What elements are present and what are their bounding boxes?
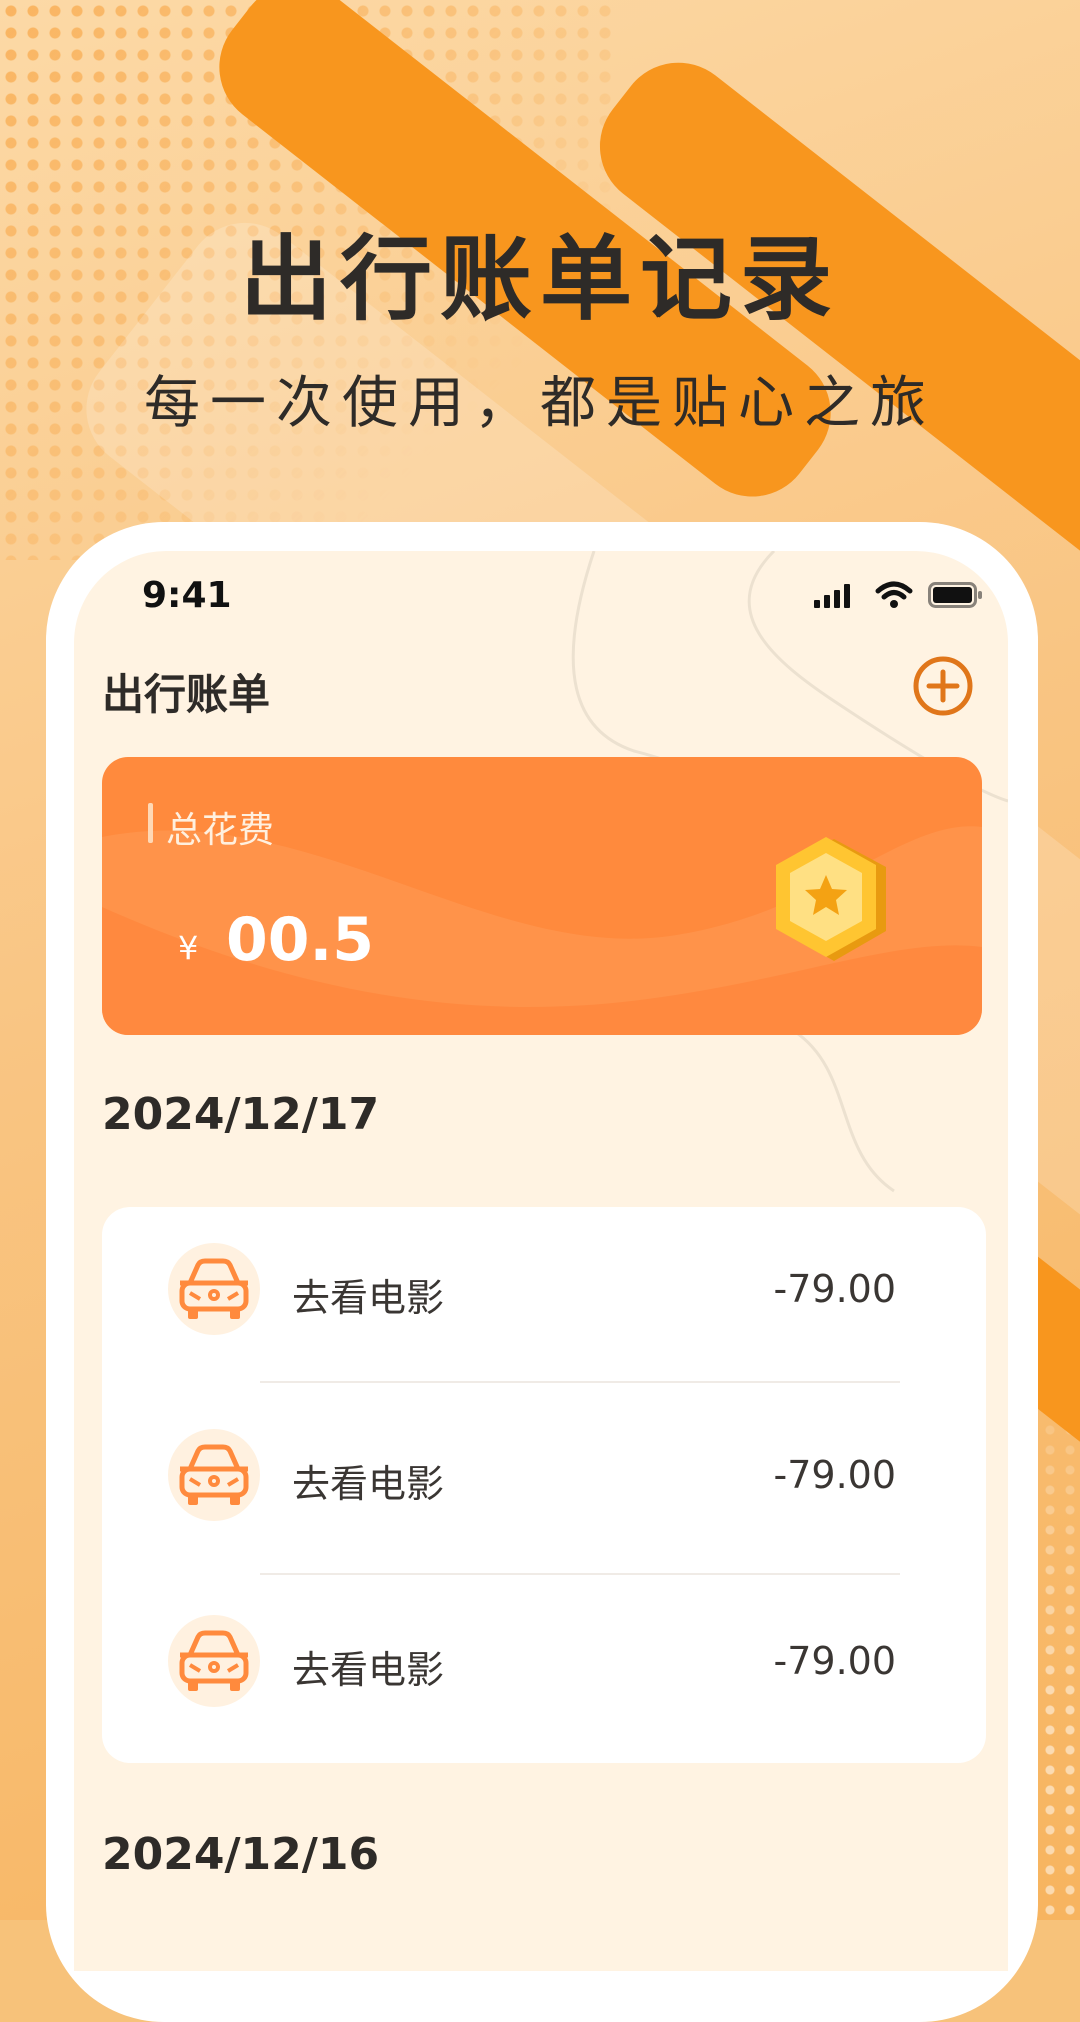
status-icons	[814, 581, 984, 609]
phone-screen: 9:41 出行账单 总花费 ¥ 00.5 2024/12/17 去看电影 -79…	[74, 551, 1008, 1971]
car-icon	[168, 1615, 260, 1707]
total-spend-card: 总花费 ¥ 00.5	[102, 757, 982, 1035]
date-header: 2024/12/17	[102, 1089, 380, 1140]
plus-circle-icon[interactable]	[912, 655, 974, 717]
transaction-amount: -79.00	[773, 1267, 897, 1311]
transaction-label: 去看电影	[292, 1462, 445, 1506]
list-item[interactable]: 去看电影 -79.00	[102, 1229, 986, 1349]
wifi-icon	[875, 581, 913, 608]
status-time: 9:41	[142, 575, 232, 616]
list-item[interactable]: 去看电影 -79.00	[102, 1415, 986, 1535]
page-title: 出行账单	[102, 670, 271, 719]
star-medal-icon	[776, 837, 886, 961]
signal-icon	[814, 584, 850, 608]
transaction-label: 去看电影	[292, 1648, 445, 1692]
promo-headline: 出行账单记录	[239, 226, 840, 333]
row-divider	[260, 1381, 900, 1383]
currency-symbol: ¥	[178, 929, 199, 967]
total-spend-value: 00.5	[226, 905, 375, 975]
transaction-list: 去看电影 -79.00 去看电影 -79.00 去看电影 -79.00	[102, 1207, 986, 1763]
battery-icon	[928, 582, 982, 608]
transaction-amount: -79.00	[773, 1453, 897, 1497]
car-icon	[168, 1429, 260, 1521]
total-spend-label: 总花费	[166, 810, 275, 851]
row-divider	[260, 1573, 900, 1575]
transaction-label: 去看电影	[292, 1276, 445, 1320]
list-item[interactable]: 去看电影 -79.00	[102, 1601, 986, 1721]
date-header: 2024/12/16	[102, 1829, 380, 1880]
car-icon	[168, 1243, 260, 1335]
transaction-amount: -79.00	[773, 1639, 897, 1683]
label-accent-bar	[148, 803, 153, 843]
promo-subline: 每一次使用，都是贴心之旅	[144, 371, 936, 436]
